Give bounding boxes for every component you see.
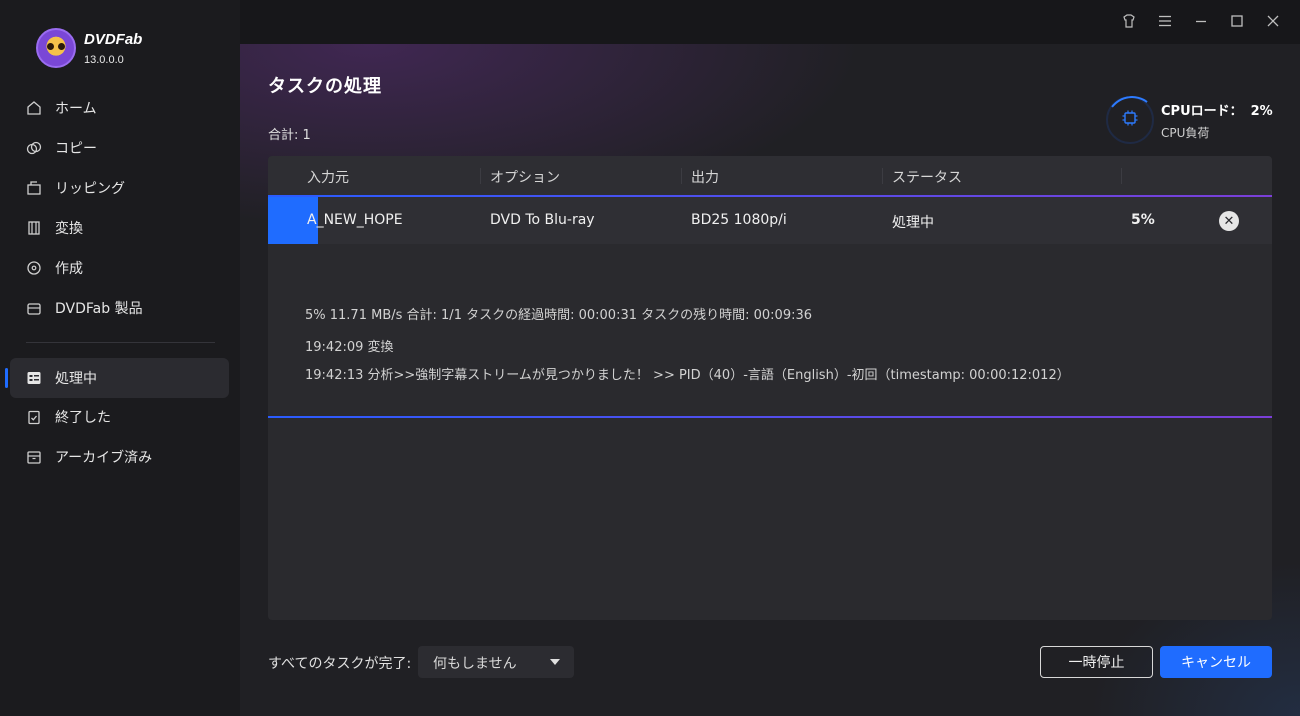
- column-divider: [480, 168, 481, 184]
- header-option: オプション: [490, 170, 560, 186]
- column-divider: [1121, 168, 1122, 184]
- sidebar-item-products[interactable]: DVDFab 製品: [10, 288, 229, 328]
- sidebar-item-ripper[interactable]: リッピング: [10, 168, 229, 208]
- log-entry: 19:42:09 変換: [305, 340, 394, 355]
- header-source: 入力元: [307, 170, 349, 186]
- cpu-load: CPUロード： 2% CPU負荷: [1106, 96, 1273, 144]
- sidebar-item-convert[interactable]: 変換: [10, 208, 229, 248]
- table-row[interactable]: A_NEW_HOPE DVD To Blu-ray BD25 1080p/i 処…: [268, 197, 1272, 244]
- title-bar: [240, 0, 1300, 44]
- maximize-icon[interactable]: [1228, 12, 1246, 30]
- sidebar-item-label: ホーム: [55, 101, 97, 117]
- sidebar-item-label: 作成: [55, 261, 83, 277]
- dvdfab-logo: [36, 28, 76, 68]
- log-summary: 5% 11.71 MB/s 合計: 1/1 タスクの経過時間: 00:00:31…: [305, 308, 813, 323]
- home-icon: [26, 100, 42, 116]
- app-version: 13.0.0.0: [84, 53, 124, 66]
- clipboard-check-icon: [26, 409, 42, 425]
- task-output: BD25 1080p/i: [691, 212, 787, 228]
- cancel-button[interactable]: キャンセル: [1160, 646, 1272, 678]
- cpu-load-value: 2%: [1250, 103, 1273, 119]
- skin-icon[interactable]: [1120, 12, 1138, 30]
- sidebar-item-label: アーカイブ済み: [55, 450, 153, 466]
- cpu-load-label: CPUロード：: [1161, 103, 1243, 119]
- task-list-icon: [26, 370, 42, 386]
- sidebar-item-label: 終了した: [55, 410, 111, 426]
- sidebar-item-label: 変換: [55, 221, 83, 237]
- on-complete-select[interactable]: 何もしません: [418, 646, 574, 678]
- main-panel: タスクの処理 合計: 1 CPUロード： 2% CPU負荷 入力元 オプション 出…: [240, 44, 1300, 716]
- task-total: 合計: 1: [268, 128, 311, 143]
- cpu-chip-icon: [1121, 109, 1139, 131]
- task-progress-text: 5%: [1131, 212, 1155, 228]
- log-entry: 19:42:13 分析>>強制字幕ストリームが見つかりました！ >> PID（4…: [305, 368, 1070, 383]
- task-option: DVD To Blu-ray: [490, 212, 595, 228]
- column-divider: [681, 168, 682, 184]
- cpu-gauge: [1106, 96, 1154, 144]
- film-icon: [26, 220, 42, 236]
- task-status: 処理中: [892, 215, 934, 231]
- header-status: ステータス: [892, 170, 962, 186]
- header-output: 出力: [691, 170, 719, 186]
- close-icon[interactable]: [1264, 12, 1282, 30]
- sidebar-item-home[interactable]: ホーム: [10, 88, 229, 128]
- copy-icon: [26, 140, 42, 156]
- sidebar-item-processing[interactable]: 処理中: [5, 358, 229, 398]
- chevron-down-icon: [550, 659, 560, 665]
- close-icon: ✕: [1223, 213, 1235, 229]
- pause-button[interactable]: 一時停止: [1040, 646, 1153, 678]
- brand: DVDFab 13.0.0.0: [36, 28, 142, 68]
- sidebar-item-create[interactable]: 作成: [10, 248, 229, 288]
- column-divider: [882, 168, 883, 184]
- on-complete-label: すべてのタスクが完了:: [268, 656, 412, 672]
- sidebar-item-archived[interactable]: アーカイブ済み: [10, 437, 229, 477]
- table-header: 入力元 オプション 出力 ステータス: [268, 156, 1272, 197]
- sidebar-divider: [26, 342, 215, 343]
- task-table: 入力元 オプション 出力 ステータス A_NEW_HOPE DVD To Blu…: [268, 156, 1272, 620]
- box-icon: [26, 300, 42, 316]
- sidebar-item-finished[interactable]: 終了した: [10, 397, 229, 437]
- sidebar-item-label: コピー: [55, 141, 97, 157]
- page-title: タスクの処理: [268, 76, 382, 97]
- sidebar: DVDFab 13.0.0.0 ホーム コピー リッピング 変換 作成 DVDF…: [0, 0, 240, 716]
- on-complete-value: 何もしません: [433, 656, 517, 672]
- log-divider: [268, 416, 1272, 418]
- remove-task-button[interactable]: ✕: [1219, 211, 1239, 231]
- brand-name: DVDFab: [84, 30, 143, 48]
- minimize-icon[interactable]: [1192, 12, 1210, 30]
- disc-icon: [26, 260, 42, 276]
- sidebar-item-label: DVDFab 製品: [55, 301, 143, 317]
- archive-icon: [26, 449, 42, 465]
- task-source: A_NEW_HOPE: [307, 212, 403, 228]
- cpu-load-sub: CPU負荷: [1161, 125, 1210, 140]
- sidebar-item-label: リッピング: [55, 181, 125, 197]
- sidebar-item-label: 処理中: [55, 371, 97, 387]
- menu-icon[interactable]: [1156, 12, 1174, 30]
- sidebar-item-copy[interactable]: コピー: [10, 128, 229, 168]
- ripper-icon: [26, 180, 42, 196]
